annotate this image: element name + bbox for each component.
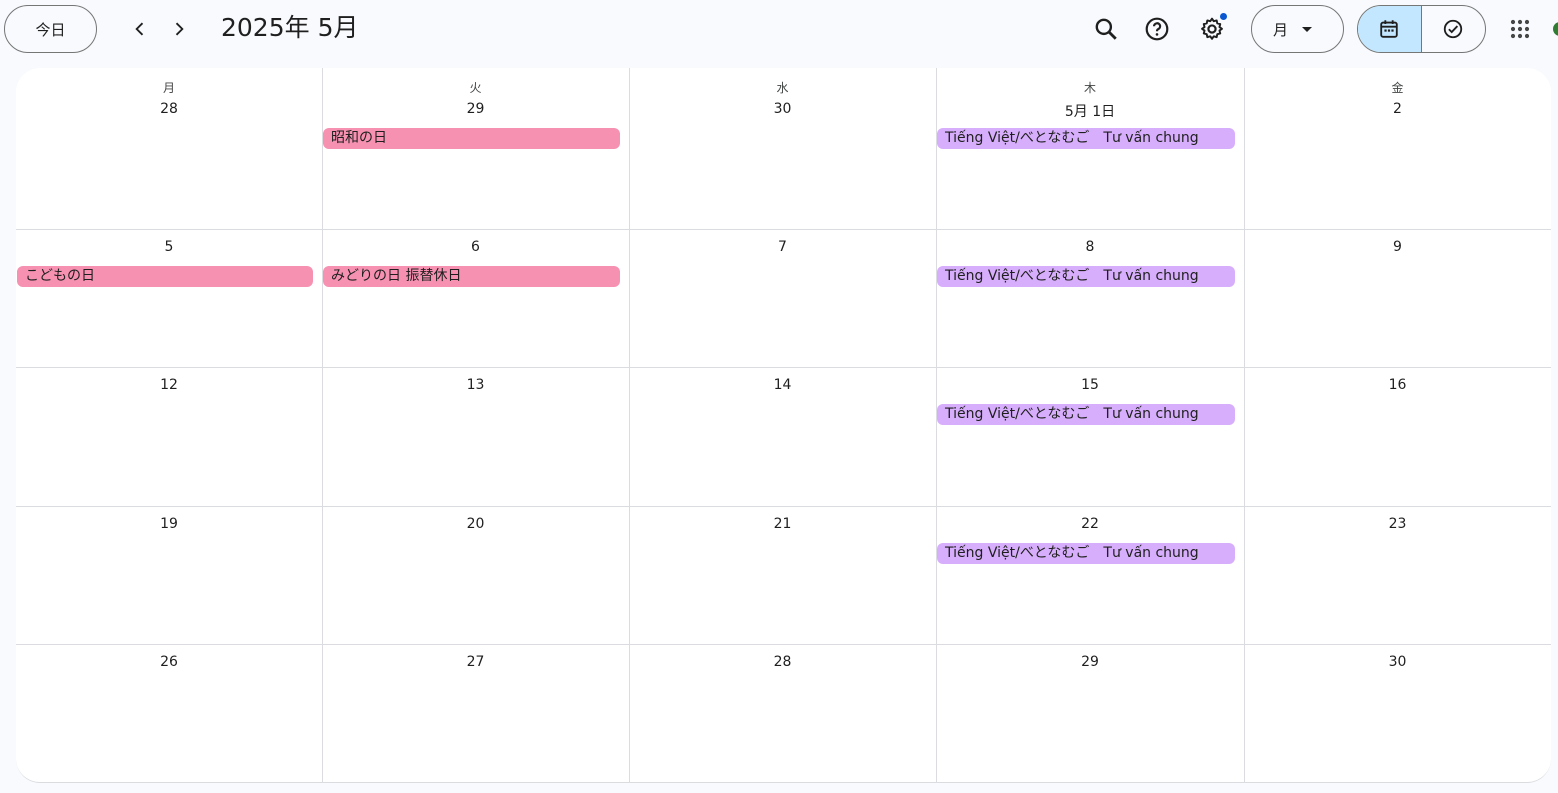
apps-button[interactable] [1500,9,1540,49]
day-number[interactable]: 20 [322,516,629,532]
lesson-event-chip[interactable]: Tiếng Việt/べとなむご Tư vấn chung [937,543,1235,564]
day-number[interactable]: 2 [1244,101,1551,117]
day-number[interactable]: 12 [16,377,322,393]
day-cell[interactable] [1244,68,1551,229]
day-number[interactable]: 13 [322,377,629,393]
page-title: 2025年 5月 [221,13,359,42]
next-period-button[interactable] [163,13,195,45]
calendar-view-button[interactable] [1358,6,1422,52]
event-subtitle: Tư vấn chung [1103,406,1199,422]
help-button[interactable] [1137,9,1177,49]
day-number[interactable]: 15 [936,377,1244,393]
day-number[interactable]: 22 [936,516,1244,532]
day-number[interactable]: 5 [16,239,322,255]
day-cell[interactable] [629,68,936,229]
day-number[interactable]: 23 [1244,516,1551,532]
event-title: 昭和の日 [331,130,387,146]
lesson-event-chip[interactable]: Tiếng Việt/べとなむご Tư vấn chung [937,128,1235,149]
view-toggle [1357,5,1486,53]
top-toolbar: 今日 2025年 5月 月 [0,0,1558,58]
avatar[interactable] [1553,22,1558,36]
prev-period-button[interactable] [124,13,156,45]
help-icon [1145,17,1169,41]
day-number[interactable]: 29 [936,654,1244,670]
day-number[interactable]: 26 [16,654,322,670]
day-number[interactable]: 7 [629,239,936,255]
day-number[interactable]: 28 [16,101,322,117]
today-button[interactable]: 今日 [4,5,97,53]
holiday-event-chip[interactable]: こどもの日 [17,266,313,287]
day-number[interactable]: 29 [322,101,629,117]
view-select-label: 月 [1273,20,1289,39]
view-select-dropdown[interactable]: 月 [1251,5,1344,53]
holiday-event-chip[interactable]: みどりの日 振替休日 [323,266,620,287]
day-number[interactable]: 27 [322,654,629,670]
event-title: みどりの日 振替休日 [331,268,462,284]
day-cell[interactable] [16,68,322,229]
task-check-icon [1444,19,1463,39]
event-subtitle: Tư vấn chung [1103,130,1199,146]
day-number[interactable]: 14 [629,377,936,393]
day-number[interactable]: 8 [936,239,1244,255]
gear-icon [1201,17,1223,40]
day-number[interactable]: 16 [1244,377,1551,393]
lesson-event-chip[interactable]: Tiếng Việt/べとなむご Tư vấn chung [937,266,1235,287]
event-title: Tiếng Việt/べとなむご [945,130,1090,146]
day-number[interactable]: 19 [16,516,322,532]
day-number[interactable]: 30 [1244,654,1551,670]
chevron-right-icon [175,22,184,36]
month-grid: 月火水木金 28 29 30 5月 1日 2 昭和の日 Tiếng Việt/べとなむご Tư … [16,68,1551,783]
lesson-event-chip[interactable]: Tiếng Việt/べとなむご Tư vấn chung [937,404,1235,425]
calendar-icon [1380,20,1398,38]
caret-down-icon [1302,26,1313,32]
day-number[interactable]: 6 [322,239,629,255]
event-title: Tiếng Việt/べとなむご [945,268,1090,284]
event-title: Tiếng Việt/べとなむご [945,545,1090,561]
event-subtitle: Tư vấn chung [1103,268,1199,284]
event-title: Tiếng Việt/べとなむご [945,406,1090,422]
day-number[interactable]: 28 [629,654,936,670]
holiday-event-chip[interactable]: 昭和の日 [323,128,620,149]
search-icon [1095,18,1117,40]
event-subtitle: Tư vấn chung [1103,545,1199,561]
apps-grid-icon [1510,19,1530,39]
day-number[interactable]: 21 [629,516,936,532]
event-title: こどもの日 [25,268,95,284]
tasks-view-button[interactable] [1422,6,1486,52]
day-number[interactable]: 5月 1日 [936,101,1244,121]
search-button[interactable] [1086,9,1126,49]
day-number[interactable]: 9 [1244,239,1551,255]
settings-button[interactable] [1192,9,1232,49]
day-number[interactable]: 30 [629,101,936,117]
notification-dot [1220,13,1227,20]
chevron-left-icon [135,22,144,36]
